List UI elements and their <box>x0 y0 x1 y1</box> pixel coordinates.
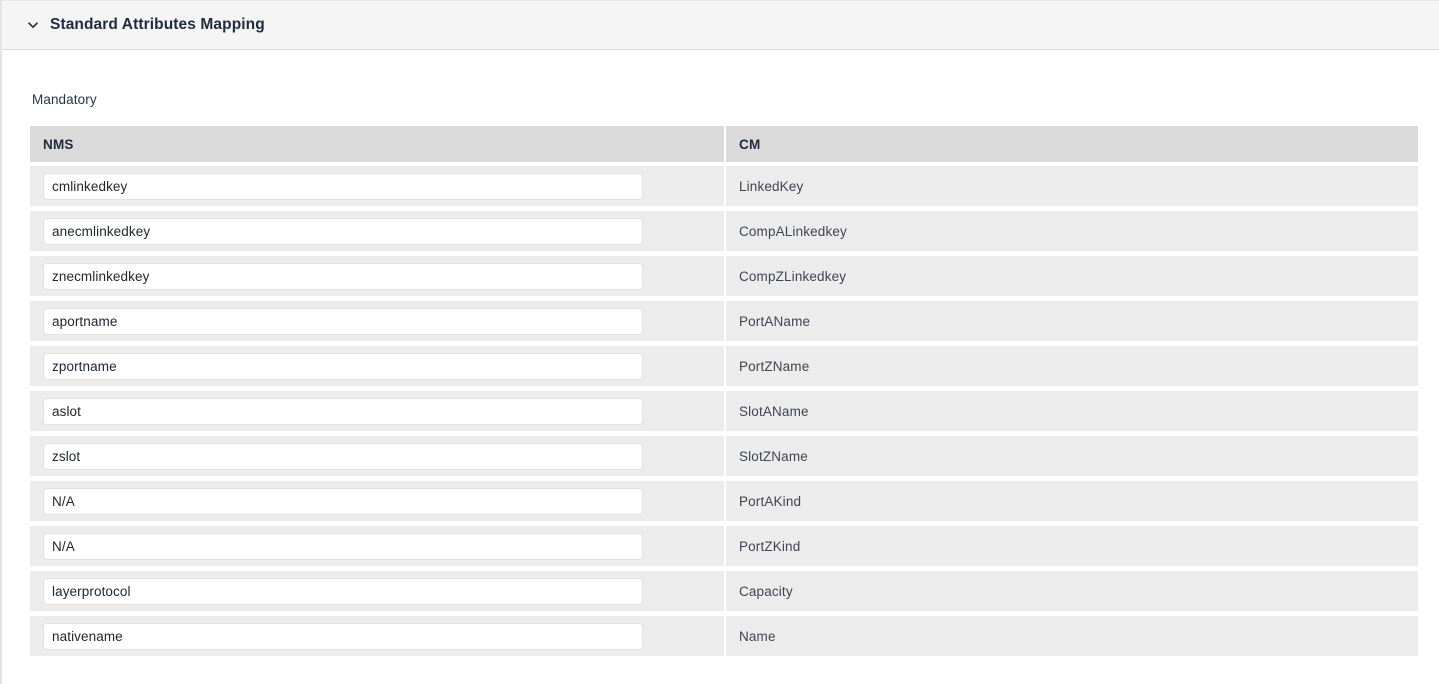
nms-input[interactable] <box>43 487 643 515</box>
section-body: Mandatory NMS CM LinkedKey CompALinkedk <box>2 50 1439 656</box>
nms-cell <box>30 301 724 341</box>
nms-input[interactable] <box>43 622 643 650</box>
cm-value: LinkedKey <box>726 166 1418 206</box>
nms-cell <box>30 481 724 521</box>
cm-value: Name <box>726 616 1418 656</box>
table-row: Capacity <box>30 571 1418 611</box>
cm-value: PortZName <box>726 346 1418 386</box>
table-header-row: NMS CM <box>30 126 1418 162</box>
table-row: CompZLinkedkey <box>30 256 1418 296</box>
standard-attributes-mapping-panel: Standard Attributes Mapping Mandatory NM… <box>0 0 1439 684</box>
section-header-standard-attributes-mapping[interactable]: Standard Attributes Mapping <box>2 0 1439 50</box>
chevron-down-icon[interactable] <box>26 18 40 32</box>
page-title: Standard Attributes Mapping <box>50 16 265 33</box>
table-row: PortAKind <box>30 481 1418 521</box>
nms-input[interactable] <box>43 532 643 560</box>
nms-cell <box>30 256 724 296</box>
column-header-cm: CM <box>726 126 1418 162</box>
table-row: LinkedKey <box>30 166 1418 206</box>
nms-cell <box>30 391 724 431</box>
table-row: Name <box>30 616 1418 656</box>
table-row: PortZName <box>30 346 1418 386</box>
nms-cell <box>30 211 724 251</box>
nms-cell <box>30 436 724 476</box>
cm-value: SlotZName <box>726 436 1418 476</box>
nms-input[interactable] <box>43 397 643 425</box>
table-row: SlotZName <box>30 436 1418 476</box>
cm-value: CompALinkedkey <box>726 211 1418 251</box>
attributes-mapping-table: NMS CM LinkedKey CompALinkedkey <box>30 126 1418 656</box>
column-header-nms: NMS <box>30 126 724 162</box>
nms-input[interactable] <box>43 352 643 380</box>
table-row: CompALinkedkey <box>30 211 1418 251</box>
nms-input[interactable] <box>43 442 643 470</box>
nms-cell <box>30 166 724 206</box>
cm-value: PortZKind <box>726 526 1418 566</box>
nms-input[interactable] <box>43 217 643 245</box>
nms-input[interactable] <box>43 577 643 605</box>
nms-input[interactable] <box>43 307 643 335</box>
table-row: PortAName <box>30 301 1418 341</box>
cm-value: SlotAName <box>726 391 1418 431</box>
nms-cell <box>30 526 724 566</box>
nms-input[interactable] <box>43 172 643 200</box>
nms-cell <box>30 616 724 656</box>
group-label-mandatory: Mandatory <box>32 92 97 107</box>
nms-input[interactable] <box>43 262 643 290</box>
nms-cell <box>30 346 724 386</box>
nms-cell <box>30 571 724 611</box>
cm-value: PortAKind <box>726 481 1418 521</box>
cm-value: Capacity <box>726 571 1418 611</box>
table-row: SlotAName <box>30 391 1418 431</box>
cm-value: CompZLinkedkey <box>726 256 1418 296</box>
table-row: PortZKind <box>30 526 1418 566</box>
cm-value: PortAName <box>726 301 1418 341</box>
